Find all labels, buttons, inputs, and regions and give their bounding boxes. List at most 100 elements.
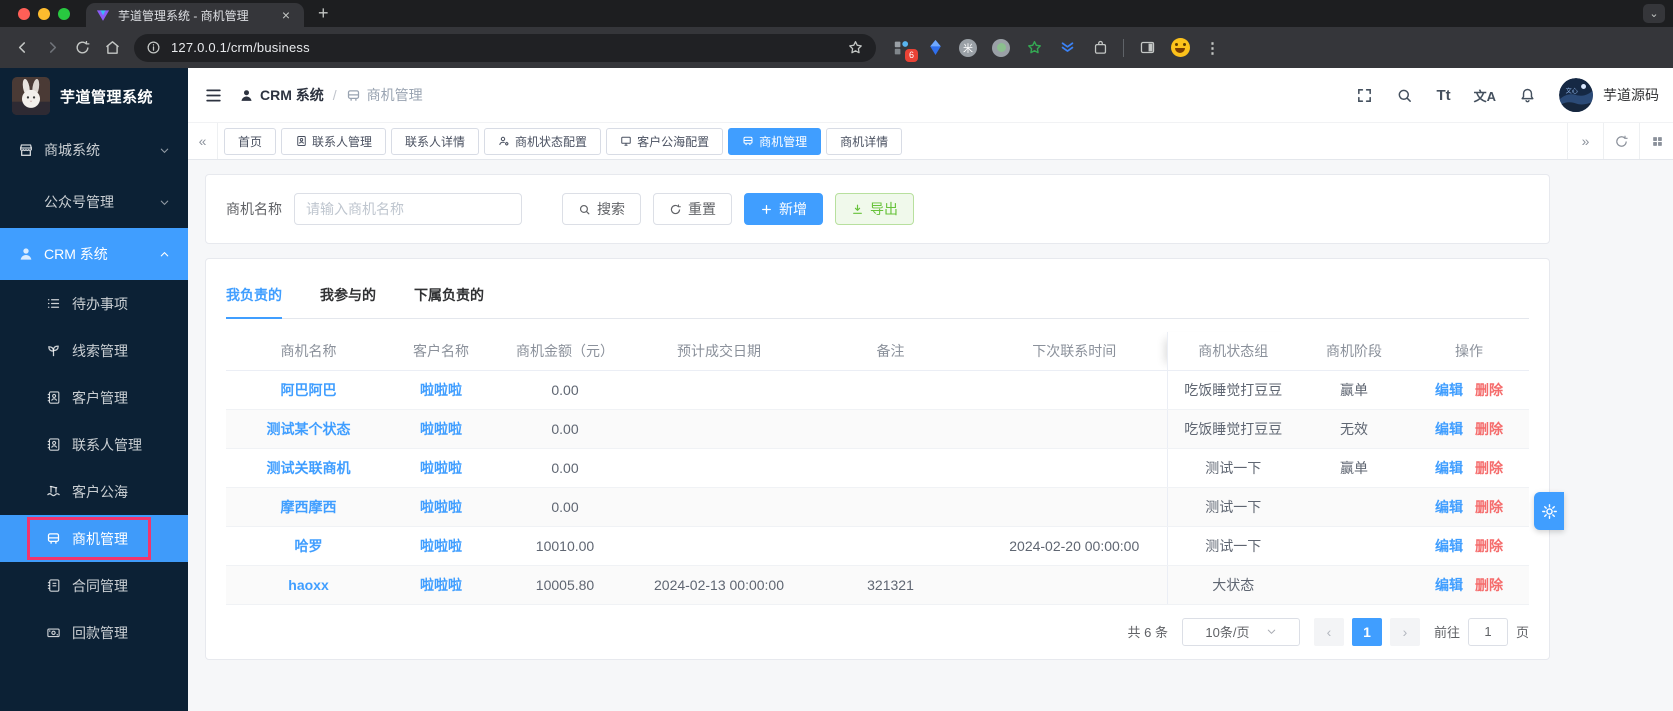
tags-scroll-right-icon[interactable]: »	[1567, 123, 1603, 159]
reload-icon[interactable]	[68, 34, 96, 62]
col-amount: 商机金额（元）	[491, 332, 639, 371]
edit-button[interactable]: 编辑	[1435, 421, 1463, 437]
extension-star-icon[interactable]	[1024, 38, 1044, 58]
side-panel-icon[interactable]	[1137, 38, 1157, 58]
sidebar-item-customer[interactable]: 客户管理	[0, 374, 188, 421]
business-name-link[interactable]: haoxx	[288, 577, 328, 593]
business-name-input[interactable]	[294, 193, 522, 225]
site-info-icon[interactable]	[146, 40, 161, 55]
business-name-link[interactable]: 测试某个状态	[267, 421, 351, 437]
business-name-link[interactable]: 哈罗	[295, 538, 323, 554]
customer-name-link[interactable]: 啦啦啦	[420, 499, 462, 515]
col-expected-date: 预计成交日期	[639, 332, 799, 371]
customer-name-link[interactable]: 啦啦啦	[420, 421, 462, 437]
extensions-puzzle-icon[interactable]	[1090, 38, 1110, 58]
customer-name-link[interactable]: 啦啦啦	[420, 577, 462, 593]
sidebar-item-mall-system[interactable]: 商城系统	[0, 124, 188, 176]
customer-name-link[interactable]: 啦啦啦	[420, 460, 462, 476]
delete-button[interactable]: 删除	[1475, 382, 1503, 398]
home-icon[interactable]	[98, 34, 126, 62]
edit-button[interactable]: 编辑	[1435, 382, 1463, 398]
tab-my-participated[interactable]: 我参与的	[320, 279, 376, 318]
customer-name-link[interactable]: 啦啦啦	[420, 538, 462, 554]
tag-business-manage[interactable]: 商机管理	[728, 127, 822, 155]
sidebar-item-contract[interactable]: 合同管理	[0, 562, 188, 609]
browser-menu-icon[interactable]: ⋮	[1203, 39, 1220, 57]
add-button[interactable]: 新增	[744, 193, 823, 225]
reset-button[interactable]: 重置	[653, 193, 732, 225]
business-name-link[interactable]: 摩西摩西	[281, 499, 337, 515]
sidebar-item-label: 合同管理	[72, 577, 128, 594]
edit-button[interactable]: 编辑	[1435, 499, 1463, 515]
font-size-icon[interactable]: Tt	[1436, 87, 1450, 104]
tag-business-detail[interactable]: 商机详情	[826, 127, 903, 155]
collapse-menu-icon[interactable]	[204, 86, 223, 105]
col-remark: 备注	[799, 332, 982, 371]
delete-button[interactable]: 删除	[1475, 499, 1503, 515]
export-button[interactable]: 导出	[835, 193, 914, 225]
extension-grid-icon[interactable]: 6	[892, 38, 918, 62]
search-icon[interactable]	[1396, 87, 1413, 104]
extension-vue-devtools-icon[interactable]	[1057, 38, 1077, 58]
browser-tab[interactable]: 芋道管理系统 - 商机管理 ×	[86, 3, 304, 27]
url-text[interactable]: 127.0.0.1/crm/business	[171, 40, 847, 55]
goto-page-input[interactable]	[1467, 617, 1508, 646]
prev-page-button[interactable]: ‹	[1313, 617, 1344, 646]
username[interactable]: 芋道源码	[1603, 85, 1659, 105]
sidebar-item-contact[interactable]: 联系人管理	[0, 421, 188, 468]
window-close-button[interactable]	[18, 8, 30, 20]
sidebar-item-crm-system[interactable]: CRM 系统	[0, 228, 188, 280]
edit-button[interactable]: 编辑	[1435, 538, 1463, 554]
search-button[interactable]: 搜索	[562, 193, 641, 225]
edit-button[interactable]: 编辑	[1435, 577, 1463, 593]
tags-scroll-left-icon[interactable]: «	[188, 123, 218, 159]
settings-gear-button[interactable]	[1534, 492, 1564, 530]
window-zoom-button[interactable]	[58, 8, 70, 20]
tab-close-icon[interactable]: ×	[278, 7, 294, 23]
app-logo-row[interactable]: 芋道管理系统	[0, 68, 188, 124]
gear-icon	[1541, 503, 1557, 519]
tags-refresh-icon[interactable]	[1603, 123, 1639, 159]
sidebar-item-customer-pool[interactable]: 客户公海	[0, 468, 188, 515]
next-page-button[interactable]: ›	[1389, 617, 1420, 646]
delete-button[interactable]: 删除	[1475, 421, 1503, 437]
tag-business-status-config[interactable]: 商机状态配置	[484, 127, 602, 155]
bell-icon[interactable]	[1519, 87, 1536, 104]
delete-button[interactable]: 删除	[1475, 460, 1503, 476]
customer-name-link[interactable]: 啦啦啦	[420, 382, 462, 398]
tab-search-chevron-icon[interactable]: ⌄	[1643, 4, 1665, 23]
tag-home[interactable]: 首页	[224, 127, 277, 155]
sidebar-item-business[interactable]: 商机管理	[0, 515, 188, 562]
business-name-link[interactable]: 测试关联商机	[267, 460, 351, 476]
edit-button[interactable]: 编辑	[1435, 460, 1463, 476]
page-1-button[interactable]: 1	[1351, 617, 1382, 646]
tab-my-responsible[interactable]: 我负责的	[226, 279, 282, 319]
breadcrumb-root[interactable]: CRM 系统	[239, 85, 324, 105]
tag-contact-detail[interactable]: 联系人详情	[391, 127, 480, 155]
window-minimize-button[interactable]	[38, 8, 50, 20]
sidebar-item-clue[interactable]: 线索管理	[0, 327, 188, 374]
business-name-link[interactable]: 阿巴阿巴	[281, 382, 337, 398]
language-icon[interactable]: 文A	[1474, 86, 1496, 105]
sidebar-item-payment[interactable]: 回款管理	[0, 609, 188, 656]
tab-subordinate[interactable]: 下属负责的	[414, 279, 484, 318]
sidebar-item-official-account[interactable]: 公众号管理	[0, 176, 188, 228]
bookmark-star-icon[interactable]	[847, 39, 864, 56]
page-size-select[interactable]: 10条/页	[1181, 617, 1300, 646]
sidebar-item-todo[interactable]: 待办事项	[0, 280, 188, 327]
address-bar[interactable]: 127.0.0.1/crm/business	[134, 33, 876, 62]
profile-avatar-icon[interactable]	[1170, 38, 1190, 58]
delete-button[interactable]: 删除	[1475, 538, 1503, 554]
tag-contact-manage[interactable]: 联系人管理	[281, 127, 387, 155]
new-tab-button[interactable]: +	[304, 3, 329, 27]
tags-menu-grid-icon[interactable]	[1639, 123, 1673, 159]
back-icon[interactable]	[8, 34, 36, 62]
fullscreen-icon[interactable]	[1356, 87, 1373, 104]
extension-rice-icon[interactable]: 米	[958, 38, 978, 58]
extension-kite-icon[interactable]	[925, 38, 945, 58]
delete-button[interactable]: 删除	[1475, 577, 1503, 593]
forward-icon[interactable]	[38, 34, 66, 62]
user-avatar[interactable]: 文心	[1559, 78, 1593, 112]
extension-green-dot-icon[interactable]	[991, 38, 1011, 58]
tag-customer-pool-config[interactable]: 客户公海配置	[606, 127, 724, 155]
